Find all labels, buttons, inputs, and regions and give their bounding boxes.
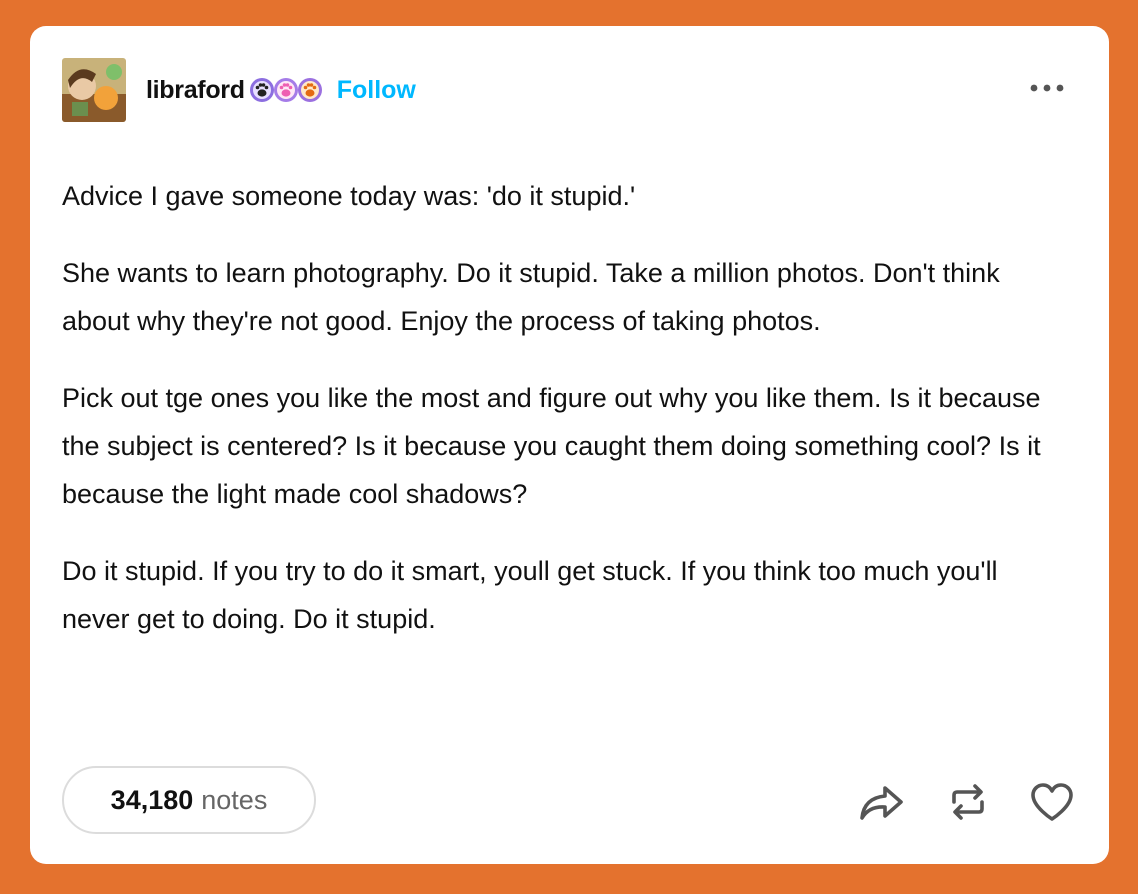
share-icon[interactable] [857,780,905,824]
heart-icon[interactable] [1028,780,1076,824]
paw-badge-icon [273,78,298,102]
post-paragraph: She wants to learn photography. Do it st… [62,258,1000,336]
more-options-icon[interactable] [1027,80,1067,96]
follow-button[interactable]: Follow [337,76,416,105]
post-footer: 34,180 notes [62,766,1077,838]
notes-count: 34,180 [110,784,194,815]
avatar[interactable] [62,58,126,122]
post-card: libraford Follow Advice I gave someone t… [30,26,1109,864]
notes-button[interactable]: 34,180 notes [62,766,316,834]
post-paragraph: Do it stupid. If you try to do it smart,… [62,556,998,634]
username[interactable]: libraford [146,76,245,105]
paw-badge-icon [249,78,274,102]
post-paragraph: Advice I gave someone today was: 'do it … [62,181,636,211]
post-header: libraford Follow [62,58,1077,122]
paw-badge-icon [297,78,322,102]
notes-label: notes [201,784,268,815]
post-body: Advice I gave someone today was: 'do it … [62,172,1072,672]
reblog-icon[interactable] [944,780,992,824]
post-paragraph: Pick out tge ones you like the most and … [62,383,1041,509]
badge-group [249,77,323,103]
